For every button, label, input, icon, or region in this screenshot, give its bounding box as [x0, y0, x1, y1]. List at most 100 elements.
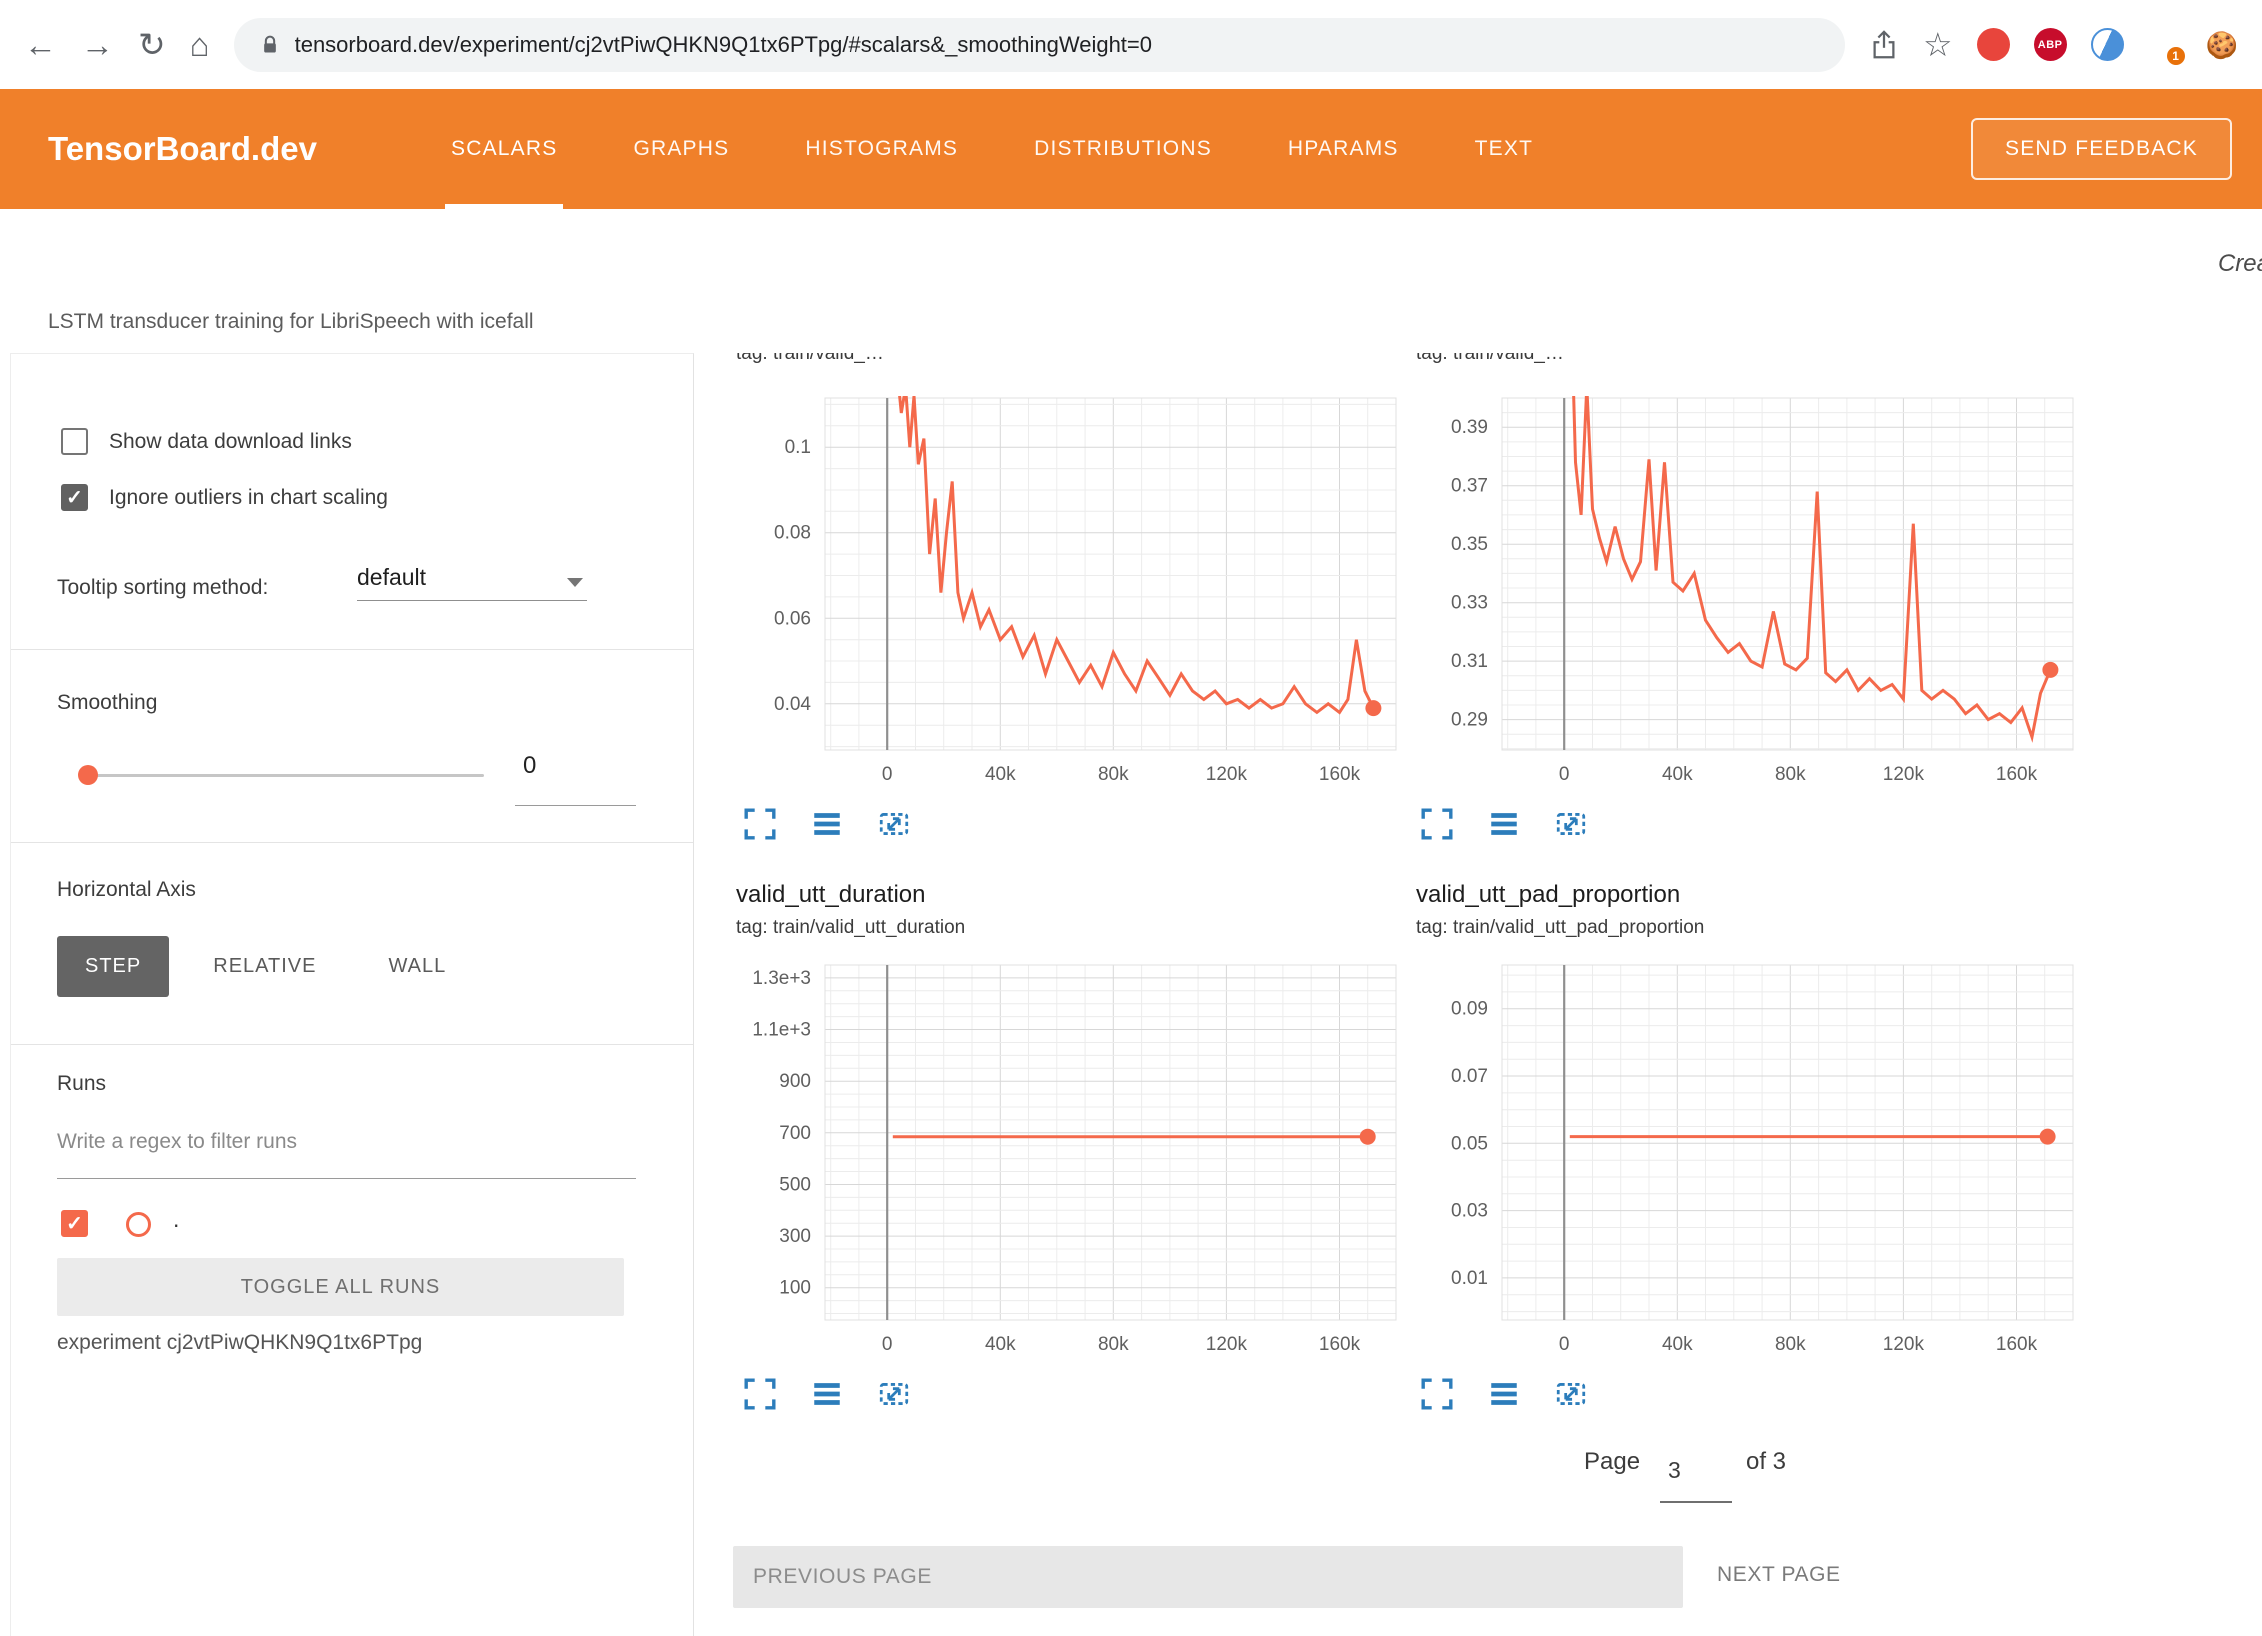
expand-chart-icon[interactable] [743, 1377, 777, 1411]
cookie-icon[interactable]: 🍪 [2206, 32, 2238, 58]
share-icon[interactable] [1869, 30, 1899, 60]
profile-avatar[interactable]: 1 [2148, 28, 2182, 62]
svg-text:0.1: 0.1 [785, 437, 811, 458]
scalar-chart-valid-utt-duration[interactable]: 1003005007009001.1e+31.3e+3040k80k120k16… [725, 965, 1397, 1366]
svg-text:0.35: 0.35 [1451, 534, 1488, 555]
fit-domain-icon[interactable] [1554, 1377, 1588, 1411]
fit-domain-icon[interactable] [877, 807, 911, 841]
page-number-input[interactable] [1660, 1457, 1740, 1484]
svg-text:1.1e+3: 1.1e+3 [752, 1020, 811, 1041]
svg-text:0: 0 [882, 1334, 893, 1355]
show-download-links-label: Show data download links [109, 430, 352, 454]
svg-text:40k: 40k [1662, 1334, 1693, 1355]
svg-text:0.04: 0.04 [774, 694, 811, 715]
pagination-page-label: Page [1584, 1448, 1640, 1476]
data-series-icon[interactable] [810, 807, 844, 841]
charts-area: tag: train/valid_… tag: train/valid_… 0.… [694, 353, 2262, 1636]
send-feedback-button[interactable]: SEND FEEDBACK [1971, 118, 2232, 180]
dropdown-caret-icon [567, 578, 583, 587]
address-bar[interactable]: tensorboard.dev/experiment/cj2vtPiwQHKN9… [234, 18, 1845, 72]
scalar-chart-valid-utt-pad-proportion[interactable]: 0.010.030.050.070.09040k80k120k160k [1402, 965, 2074, 1366]
horizontal-axis-label: Horizontal Axis [57, 878, 196, 902]
extension-abp-icon[interactable]: ABP [2034, 28, 2067, 61]
expand-chart-icon[interactable] [1420, 1377, 1454, 1411]
reload-icon[interactable]: ↻ [138, 28, 166, 61]
experiment-id-label: experiment cj2vtPiwQHKN9Q1tx6PTpg [57, 1331, 422, 1355]
chart-tag: tag: train/valid_utt_duration [736, 917, 965, 939]
nav-tabs: SCALARS GRAPHS HISTOGRAMS DISTRIBUTIONS … [445, 89, 1539, 209]
svg-text:0.01: 0.01 [1451, 1268, 1488, 1289]
tooltip-sorting-value: default [357, 564, 426, 590]
tab-graphs[interactable]: GRAPHS [627, 89, 735, 209]
svg-text:80k: 80k [1775, 1334, 1806, 1355]
svg-text:160k: 160k [1319, 1334, 1361, 1355]
run-checkbox[interactable] [61, 1210, 88, 1237]
fit-domain-icon[interactable] [877, 1377, 911, 1411]
cropped-chart-tag-left: tag: train/valid_… [736, 353, 1156, 367]
svg-text:160k: 160k [1996, 764, 2038, 785]
scalar-chart-top-right[interactable]: 0.290.310.330.350.370.39040k80k120k160k [1402, 398, 2074, 796]
chart-toolbar [1420, 1377, 1588, 1411]
settings-sidebar: Show data download links Ignore outliers… [10, 353, 694, 1636]
extension-pie-icon[interactable] [2091, 28, 2124, 61]
axis-step-button[interactable]: STEP [57, 936, 169, 997]
axis-wall-button[interactable]: WALL [360, 936, 474, 997]
svg-text:900: 900 [779, 1071, 811, 1092]
scalar-chart-top-left[interactable]: 0.040.060.080.1040k80k120k160k [725, 398, 1397, 796]
smoothing-slider[interactable] [80, 774, 484, 777]
chart-toolbar [743, 807, 911, 841]
runs-input-underline [57, 1178, 636, 1179]
tab-distributions[interactable]: DISTRIBUTIONS [1028, 89, 1218, 209]
ignore-outliers-checkbox[interactable] [61, 484, 88, 511]
svg-text:0.08: 0.08 [774, 523, 811, 544]
svg-text:80k: 80k [1775, 764, 1806, 785]
svg-text:80k: 80k [1098, 1334, 1129, 1355]
axis-relative-button[interactable]: RELATIVE [185, 936, 344, 997]
truncated-create-text: Crea [2218, 250, 2262, 278]
tooltip-sorting-label: Tooltip sorting method: [57, 576, 268, 600]
chart-title: valid_utt_duration [736, 881, 925, 909]
next-page-button[interactable]: NEXT PAGE [1717, 1563, 1841, 1587]
data-series-icon[interactable] [1487, 1377, 1521, 1411]
divider [11, 649, 693, 650]
svg-text:1.3e+3: 1.3e+3 [752, 968, 811, 989]
lock-icon [260, 34, 280, 56]
cropped-chart-tag-right: tag: train/valid_… [1416, 353, 1836, 367]
expand-chart-icon[interactable] [743, 807, 777, 841]
tab-text[interactable]: TEXT [1469, 89, 1539, 209]
smoothing-label: Smoothing [57, 691, 157, 715]
tab-hparams[interactable]: HPARAMS [1282, 89, 1405, 209]
bookmark-star-icon[interactable]: ☆ [1923, 28, 1953, 61]
url-text: tensorboard.dev/experiment/cj2vtPiwQHKN9… [295, 32, 1152, 58]
svg-text:700: 700 [779, 1123, 811, 1144]
previous-page-button[interactable]: PREVIOUS PAGE [733, 1546, 1683, 1608]
svg-text:300: 300 [779, 1226, 811, 1247]
svg-text:0.05: 0.05 [1451, 1133, 1488, 1154]
smoothing-slider-thumb[interactable] [78, 765, 98, 785]
smoothing-value-input[interactable] [515, 752, 636, 780]
svg-text:40k: 40k [985, 764, 1016, 785]
ignore-outliers-label: Ignore outliers in chart scaling [109, 486, 388, 510]
tooltip-sorting-select[interactable]: default [357, 564, 587, 601]
chart-tag: tag: train/valid_utt_pad_proportion [1416, 917, 1704, 939]
run-color-circle [126, 1212, 151, 1237]
back-icon[interactable]: ← [24, 28, 57, 61]
show-download-links-checkbox[interactable] [61, 428, 88, 455]
tab-scalars[interactable]: SCALARS [445, 89, 563, 209]
browser-toolbar: ← → ↻ ⌂ tensorboard.dev/experiment/cj2vt… [0, 0, 2262, 89]
tab-histograms[interactable]: HISTOGRAMS [799, 89, 964, 209]
fit-domain-icon[interactable] [1554, 807, 1588, 841]
chart-toolbar [1420, 807, 1588, 841]
data-series-icon[interactable] [1487, 807, 1521, 841]
toggle-all-runs-button[interactable]: TOGGLE ALL RUNS [57, 1258, 624, 1316]
data-series-icon[interactable] [810, 1377, 844, 1411]
svg-text:120k: 120k [1206, 1334, 1248, 1355]
extension-blocker-icon[interactable] [1977, 28, 2010, 61]
tensorboard-page: ← → ↻ ⌂ tensorboard.dev/experiment/cj2vt… [0, 0, 2262, 1636]
home-icon[interactable]: ⌂ [190, 28, 210, 61]
expand-chart-icon[interactable] [1420, 807, 1454, 841]
avatar-badge: 1 [2165, 45, 2187, 67]
forward-icon[interactable]: → [81, 28, 114, 61]
runs-regex-input[interactable] [57, 1130, 636, 1154]
svg-text:40k: 40k [985, 1334, 1016, 1355]
